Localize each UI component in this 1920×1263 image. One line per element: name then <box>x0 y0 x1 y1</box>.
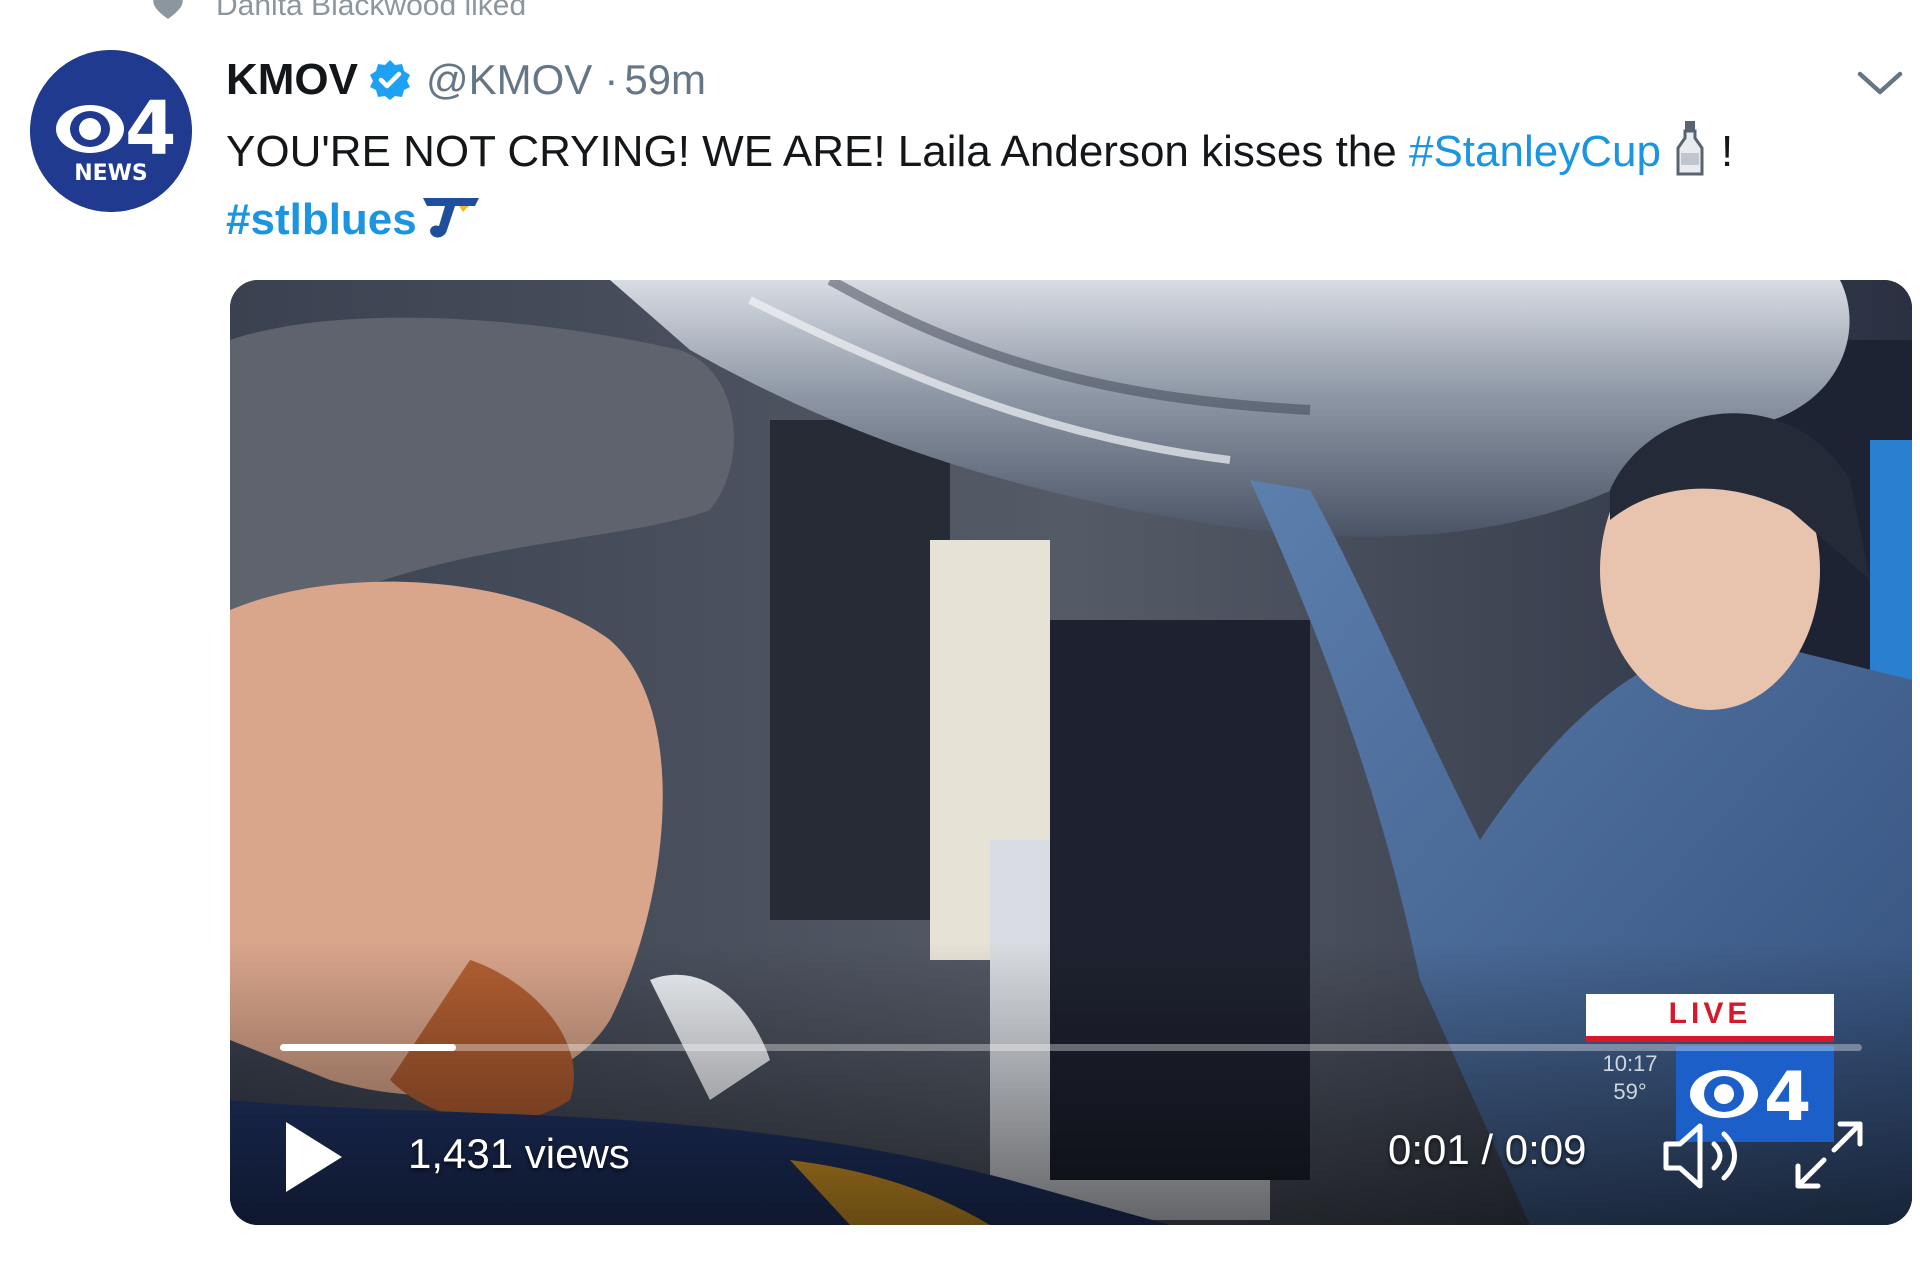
bug-temperature: 59° <box>1613 1079 1647 1104</box>
hashtag-stlblues[interactable]: #stlblues <box>226 195 417 244</box>
bug-time: 10:17 <box>1602 1051 1658 1076</box>
tweet-text-line-1: YOU'RE NOT CRYING! WE ARE! Laila Anderso… <box>226 118 1886 186</box>
tweet-text: YOU'RE NOT CRYING! WE ARE! Laila Anderso… <box>226 118 1886 254</box>
avatar-news-label: NEWS <box>74 161 148 186</box>
view-count: 1,431 views <box>408 1130 630 1177</box>
social-context: Danita Blackwood liked <box>150 0 526 26</box>
tweet-header: KMOV @KMOV · 59m <box>226 52 706 108</box>
tweet-timestamp[interactable]: 59m <box>624 56 706 104</box>
avatar[interactable]: 4 NEWS <box>30 50 192 212</box>
tweet-text-line-2: #stlblues <box>226 186 1886 254</box>
avatar-channel-number: 4 <box>125 86 177 172</box>
separator-dot: · <box>604 56 619 103</box>
blues-note-icon <box>422 198 479 238</box>
progress-fill <box>280 1044 456 1051</box>
play-icon[interactable] <box>280 1118 346 1196</box>
hashtag-stanleycup[interactable]: #StanleyCup <box>1409 127 1661 176</box>
heart-icon <box>153 0 183 19</box>
chevron-down-icon[interactable] <box>1854 62 1906 102</box>
tweet-text-body: YOU'RE NOT CRYING! WE ARE! Laila Anderso… <box>226 127 1409 176</box>
cbs-4-news-logo: 4 NEWS <box>30 50 192 212</box>
bottle-emoji-icon <box>1676 121 1704 176</box>
author-name[interactable]: KMOV <box>226 55 358 105</box>
verified-badge-icon <box>370 60 410 100</box>
author-handle[interactable]: @KMOV <box>426 56 592 104</box>
live-badge: LIVE <box>1586 994 1834 1042</box>
progress-bar[interactable] <box>280 1044 1862 1051</box>
bug-clock: 10:17 59° <box>1590 1050 1670 1106</box>
fullscreen-icon[interactable] <box>1790 1116 1868 1194</box>
volume-icon[interactable] <box>1660 1118 1744 1194</box>
time-readout: 0:01 / 0:09 <box>1388 1126 1587 1173</box>
social-context-text[interactable]: Danita Blackwood liked <box>216 0 526 23</box>
video-player[interactable]: LIVE 10:17 59° 4 1,431 views 0:01 / 0:09 <box>230 280 1912 1225</box>
tweet-text-exclamation: ! <box>1720 127 1734 176</box>
